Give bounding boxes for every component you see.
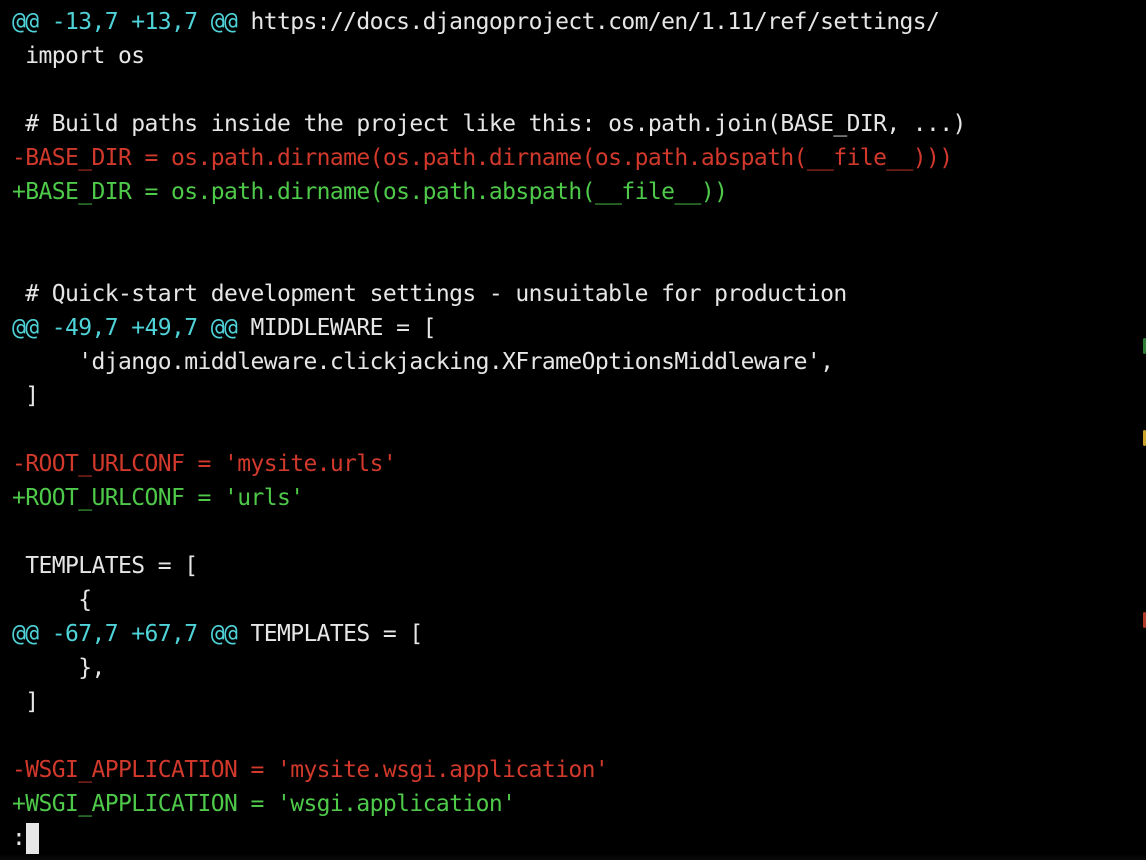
context-line (12, 73, 1134, 107)
context-line: # Build paths inside the project like th… (12, 111, 966, 137)
hunk-range: @@ -13,7 +13,7 @@ (12, 9, 238, 35)
window-edge (1134, 0, 1146, 860)
hunk-context: https://docs.djangoproject.com/en/1.11/r… (237, 9, 940, 35)
hunk-range: @@ -49,7 +49,7 @@ (12, 315, 238, 341)
added-line: +WSGI_APPLICATION = 'wsgi.application' (12, 791, 516, 817)
context-line (12, 515, 1134, 549)
hunk-header: @@ -49,7 +49,7 @@ MIDDLEWARE = [ (12, 311, 1134, 345)
context-line: import os (12, 43, 145, 69)
added-line: +ROOT_URLCONF = 'urls' (12, 485, 304, 511)
context-line (12, 209, 1134, 243)
context-line: # Quick-start development settings - uns… (12, 281, 847, 307)
text-cursor (26, 822, 40, 854)
context-line: 'django.middleware.clickjacking.XFrameOp… (12, 349, 834, 375)
context-line (12, 719, 1134, 753)
context-line (12, 243, 1134, 277)
hunk-header: @@ -13,7 +13,7 @@ https://docs.djangopro… (12, 5, 1134, 39)
context-line: { (12, 587, 92, 613)
terminal-window[interactable]: @@ -13,7 +13,7 @@ https://docs.djangopro… (0, 0, 1146, 860)
context-line: ] (12, 383, 39, 409)
hunk-range: @@ -67,7 +67,7 @@ (12, 621, 238, 647)
diff-output: @@ -13,7 +13,7 @@ https://docs.djangopro… (12, 5, 1134, 855)
hunk-context: TEMPLATES = [ (237, 621, 423, 647)
removed-line: -BASE_DIR = os.path.dirname(os.path.dirn… (12, 145, 953, 171)
added-line: +BASE_DIR = os.path.dirname(os.path.absp… (12, 179, 728, 205)
context-line (12, 413, 1134, 447)
context-line: }, (12, 655, 105, 681)
removed-line: -ROOT_URLCONF = 'mysite.urls' (12, 451, 397, 477)
context-line: ] (12, 689, 39, 715)
pager-prompt[interactable]: : (12, 821, 1134, 855)
removed-line: -WSGI_APPLICATION = 'mysite.wsgi.applica… (12, 757, 609, 783)
hunk-context: MIDDLEWARE = [ (237, 315, 436, 341)
hunk-header: @@ -67,7 +67,7 @@ TEMPLATES = [ (12, 617, 1134, 651)
context-line: TEMPLATES = [ (12, 553, 198, 579)
pager-prompt-char: : (12, 825, 26, 851)
